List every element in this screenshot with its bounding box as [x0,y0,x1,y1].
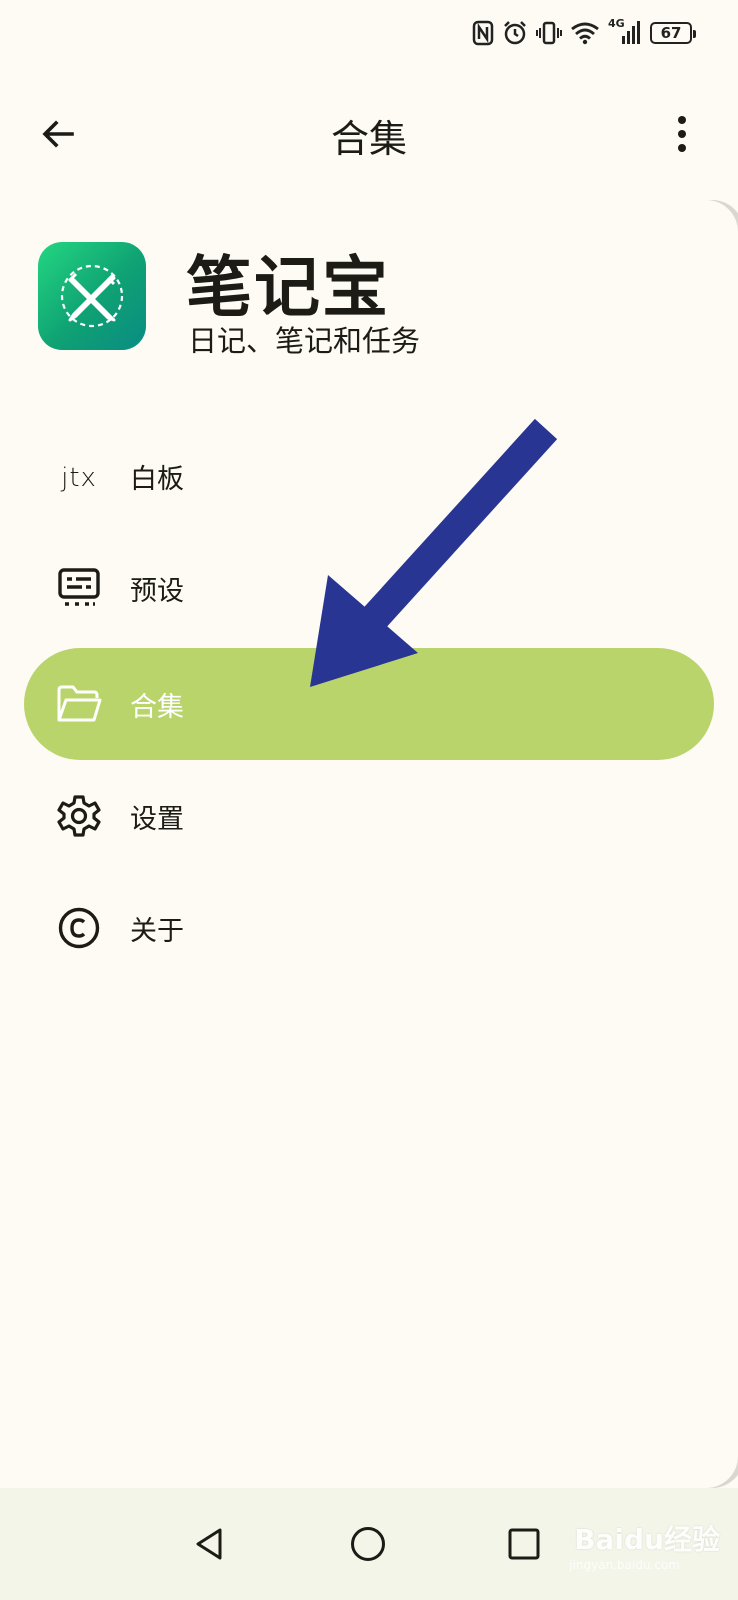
alarm-icon [504,21,526,45]
status-icons: 4G 67 [472,17,696,46]
more-vertical-icon [678,116,686,152]
nfc-icon [472,20,494,46]
drawer-item-label: 合集 [130,691,184,723]
system-navigation-bar: Baidu经验 jingyan.baidu.com [0,1488,738,1600]
watermark: Baidu经验 [574,1523,720,1556]
jtx-text: jtx [61,463,97,493]
drawer-item-label: 白板 [130,463,184,495]
battery-icon: 67 [650,22,696,44]
annotation-arrow [310,418,558,687]
folder-icon [56,681,102,727]
recents-square-icon [508,1528,540,1560]
copyright-icon [56,905,102,951]
preset-icon [56,565,102,611]
app-name: 笔记宝 [186,249,390,326]
drawer-item-settings[interactable]: 设置 [24,760,714,872]
battery-level: 67 [660,24,682,42]
system-home-button[interactable] [336,1512,400,1576]
vibrate-icon [536,21,562,45]
4g-signal-icon: 4G [608,17,642,46]
status-bar: 4G 67 [0,0,738,70]
drawer-item-about[interactable]: 关于 [24,872,714,984]
top-app-bar: 合集 [0,96,738,176]
home-circle-icon [351,1527,385,1561]
system-recents-button[interactable] [492,1512,556,1576]
watermark-url: jingyan.baidu.com [569,1558,680,1572]
drawer-item-label: 关于 [130,915,184,947]
drawer-item-label: 预设 [130,575,184,607]
pencil-ruler-logo-icon [60,264,124,328]
drawer-item-label: 设置 [130,803,184,835]
navigation-drawer: 笔记宝 日记、笔记和任务 jtx 白板 预设 合集 设置 关于 [0,200,738,1488]
page-title: 合集 [330,117,407,161]
back-triangle-icon [196,1528,222,1560]
wifi-icon [571,22,599,45]
app-description: 日记、笔记和任务 [188,324,421,358]
jtx-logo-icon: jtx [56,453,102,499]
app-logo [38,242,146,350]
more-options-button[interactable] [662,106,702,162]
gear-icon [56,793,102,839]
system-back-button[interactable] [178,1512,242,1576]
